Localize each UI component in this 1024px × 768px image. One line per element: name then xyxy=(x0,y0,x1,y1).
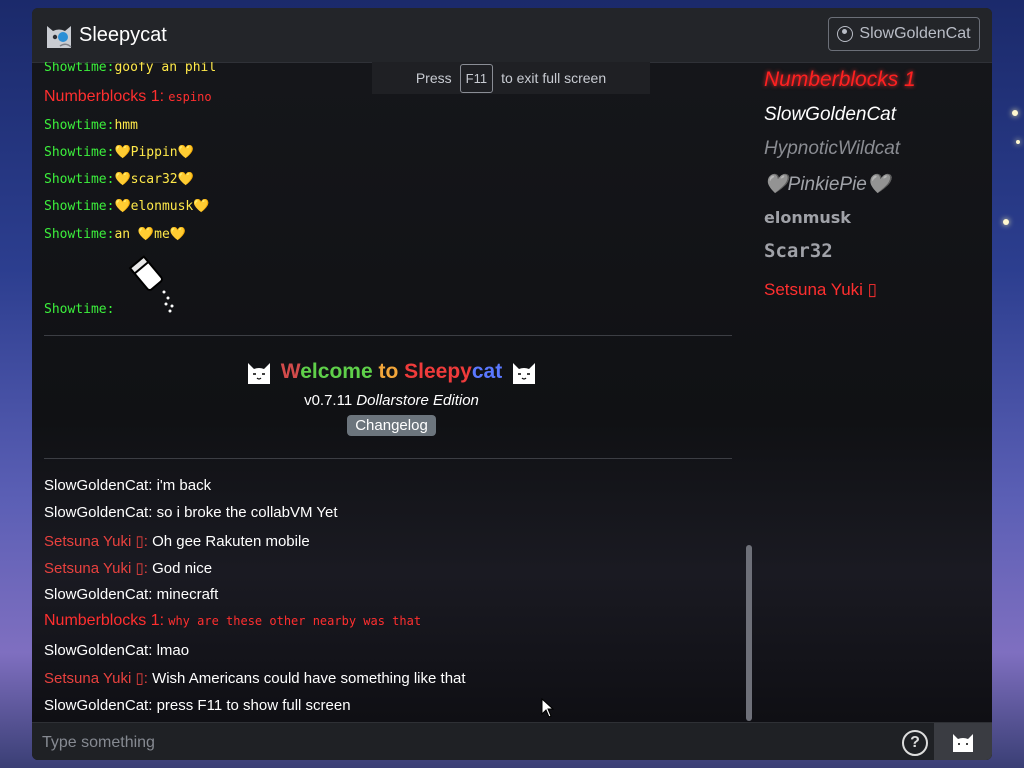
chat-input-bar: ? xyxy=(32,722,992,760)
user-account-label: SlowGoldenCat xyxy=(859,25,971,42)
chat-message: Showtime:hmm xyxy=(44,118,138,133)
user-list-item[interactable]: Numberblocks 1 xyxy=(764,68,916,92)
user-list-item[interactable]: Setsuna Yuki ▯ xyxy=(764,280,877,300)
chat-message: SlowGoldenCat: so i broke the collabVM Y… xyxy=(44,504,338,521)
salt-shaker-icon xyxy=(128,255,174,313)
chat-message: Showtime:💛elonmusk💛 xyxy=(44,199,210,214)
chat-message: SlowGoldenCat: i'm back xyxy=(44,477,212,494)
cat-logo-icon xyxy=(47,26,72,48)
chat-message: SlowGoldenCat: lmao xyxy=(44,642,190,659)
user-list-item[interactable]: SlowGoldenCat xyxy=(764,104,896,126)
welcome-title: Welcome to Sleepycat xyxy=(44,358,739,386)
chat-message: Setsuna Yuki ▯: Wish Americans could hav… xyxy=(44,670,466,687)
divider xyxy=(44,335,732,336)
send-button[interactable] xyxy=(934,723,992,760)
chat-scrollbar[interactable] xyxy=(746,545,752,721)
user-list-item[interactable]: Scar32 xyxy=(764,240,833,262)
divider xyxy=(44,458,732,459)
cat-icon xyxy=(953,734,973,752)
star-decoration xyxy=(1016,140,1020,144)
version-text: v0.7.11 Dollarstore Edition xyxy=(304,392,479,409)
chat-message: Showtime: xyxy=(44,302,115,317)
f11-key: F11 xyxy=(459,63,494,93)
app-title: Sleepycat xyxy=(79,24,167,46)
mouse-cursor-icon xyxy=(541,698,555,718)
user-list-item[interactable]: elonmusk xyxy=(764,208,851,227)
user-account-button[interactable]: SlowGoldenCat xyxy=(828,17,980,51)
chat-message: Setsuna Yuki ▯: Oh gee Rakuten mobile xyxy=(44,533,310,550)
user-list-item[interactable]: 🩶PinkiePie🩶 xyxy=(764,172,891,196)
chat-message: Showtime:💛Pippin💛 xyxy=(44,145,194,160)
welcome-banner: Welcome to Sleepycat v0.7.11 Dollarstore… xyxy=(44,358,739,436)
chat-message: SlowGoldenCat: press F11 to show full sc… xyxy=(44,697,351,714)
chat-message: Showtime:💛scar32💛 xyxy=(44,172,194,187)
chat-message: Setsuna Yuki ▯: God nice xyxy=(44,560,213,577)
star-decoration xyxy=(1003,219,1009,225)
chat-message: Showtime:an 💛me💛 xyxy=(44,227,186,242)
cat-face-icon xyxy=(247,363,270,384)
chat-input[interactable] xyxy=(40,727,896,759)
help-icon[interactable]: ? xyxy=(902,730,928,756)
fullscreen-tip: Press F11 to exit full screen xyxy=(372,62,650,94)
chat-message: Numberblocks 1: why are these other near… xyxy=(44,612,422,629)
chat-message: Showtime:goofy an phil xyxy=(44,62,217,75)
changelog-button[interactable]: Changelog xyxy=(347,415,436,436)
chat-message: SlowGoldenCat: minecraft xyxy=(44,586,219,603)
star-decoration xyxy=(1012,110,1018,116)
app-window: Sleepycat SlowGoldenCat Showtime:goofy a… xyxy=(32,8,992,760)
user-circle-icon xyxy=(837,26,854,42)
chat-message: Numberblocks 1: espino xyxy=(44,88,212,105)
user-list-item[interactable]: HypnoticWildcat xyxy=(764,138,900,160)
cat-face-icon xyxy=(513,363,536,384)
app-header: Sleepycat SlowGoldenCat xyxy=(32,8,992,63)
